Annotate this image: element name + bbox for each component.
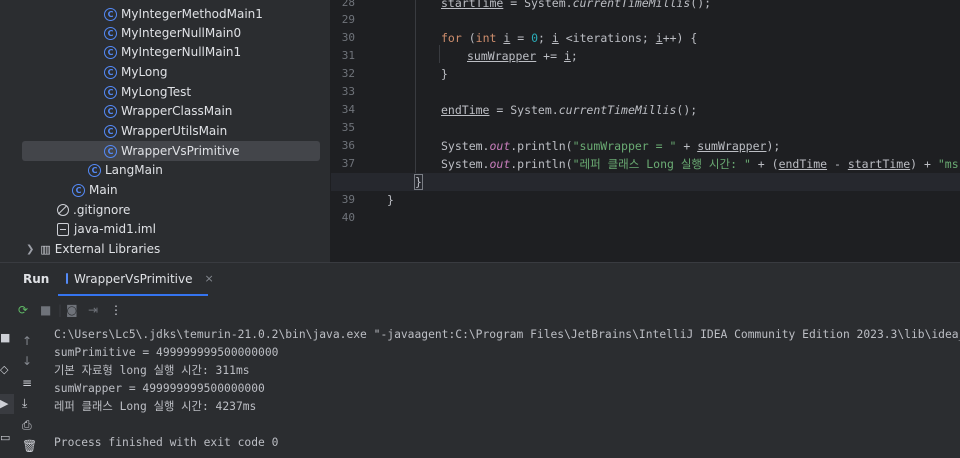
tree-item[interactable]: C WrapperClassMain: [14, 101, 330, 121]
tree-item-label: MyIntegerNullMain0: [121, 26, 242, 40]
tree-item[interactable]: C MyLong: [14, 62, 330, 82]
tree-item-label: MyIntegerNullMain1: [121, 45, 242, 59]
restore-layout-icon[interactable]: ⇥: [88, 302, 98, 318]
arrow-up-icon[interactable]: ↑: [22, 334, 32, 348]
more-options-icon[interactable]: ⋮: [110, 302, 122, 318]
line-number: 39: [341, 193, 355, 206]
print-icon[interactable]: ⎙: [22, 418, 32, 432]
module-file-icon: [57, 222, 69, 236]
tree-item-label: WrapperUtilsMain: [121, 124, 228, 138]
tree-item[interactable]: C WrapperUtilsMain: [14, 121, 330, 141]
indent-guide: [439, 45, 440, 63]
tree-item-label: MyLongTest: [121, 85, 192, 99]
terminal-icon[interactable]: ▭: [0, 428, 14, 448]
class-icon: C: [104, 124, 117, 138]
tree-item[interactable]: C Main: [14, 180, 330, 200]
class-icon: C: [104, 26, 117, 40]
tree-item-label: Main: [89, 183, 118, 197]
line-number: 36: [341, 139, 355, 152]
chevron-right-icon[interactable]: ❯: [26, 244, 34, 255]
tree-item-selected[interactable]: C WrapperVsPrimitive: [22, 141, 320, 161]
line-number: 40: [341, 211, 355, 224]
line-number: 37: [341, 157, 355, 170]
tree-item-label: LangMain: [105, 163, 163, 177]
tree-item-label: WrapperClassMain: [121, 104, 233, 118]
code-line: sumWrapper += i;: [467, 49, 578, 63]
tree-item-label: External Libraries: [54, 242, 161, 256]
soft-wrap-icon[interactable]: ≡: [22, 376, 32, 390]
class-icon: C: [104, 65, 117, 79]
trash-icon[interactable]: 🗑: [22, 439, 37, 453]
matched-brace: }: [414, 174, 423, 190]
code-editor[interactable]: 28 29 30 31 32 33 34 35 36 37 38 39 40 s…: [331, 0, 960, 262]
tree-item[interactable]: C LangMain: [14, 160, 330, 180]
code-line: }: [441, 67, 448, 81]
console-line: Process finished with exit code 0: [54, 436, 279, 449]
console-line: 레퍼 클래스 Long 실행 시간: 4237ms: [54, 400, 257, 413]
console-line: C:\Users\Lc5\.jdks\temurin-21.0.2\bin\ja…: [54, 328, 960, 341]
run-panel-header: Run WrapperVsPrimitive ×: [0, 263, 960, 296]
run-config-icon: [66, 273, 68, 284]
indent-guide: [415, 0, 416, 180]
tree-item[interactable]: C MyIntegerNullMain1: [14, 42, 330, 62]
line-number: 33: [341, 85, 355, 98]
library-icon: ▥: [40, 242, 51, 256]
line-number-gutter: 28 29 30 31 32 33 34 35 36 37 38 39 40: [331, 0, 385, 262]
line-number: 31: [341, 49, 355, 62]
run-panel-title: Run: [23, 272, 50, 286]
tree-item[interactable]: .gitignore: [14, 200, 330, 220]
line-number: 32: [341, 67, 355, 80]
run-tab[interactable]: WrapperVsPrimitive ×: [58, 263, 214, 296]
run-toolbar: ⟳ ■ | ◙ ⇥ ⋮: [0, 296, 960, 324]
code-line: System.out.println("레퍼 클래스 Long 실행 시간: "…: [441, 157, 960, 171]
console-line: sumPrimitive = 499999999500000000: [54, 346, 279, 359]
class-icon: C: [104, 45, 117, 59]
tree-item-label: MyLong: [121, 65, 168, 79]
tree-item-label: MyIntegerMethodMain1: [121, 7, 263, 21]
project-tree: C MyIntegerMethodMain1 C MyIntegerNullMa…: [14, 0, 330, 262]
arrow-down-icon[interactable]: ↓: [22, 354, 32, 368]
tree-item[interactable]: C MyIntegerNullMain0: [14, 23, 330, 43]
left-tool-strip: ⟳ ■ ◇ ▶ ▭: [0, 0, 14, 458]
tree-item-label: java-mid1.iml: [74, 222, 156, 236]
rerun-icon[interactable]: ⟳: [18, 302, 28, 318]
tree-item[interactable]: C MyLongTest: [14, 82, 330, 102]
close-icon[interactable]: ×: [204, 272, 213, 285]
run-tool-icon[interactable]: ▶: [0, 394, 14, 414]
console-line: sumWrapper = 499999999500000000: [54, 382, 265, 395]
tree-item-label: .gitignore: [73, 203, 131, 217]
code-line: }: [387, 193, 394, 207]
tree-item-external-libraries[interactable]: ❯ ▥ External Libraries: [14, 239, 330, 259]
toolbar-divider: |: [58, 303, 63, 317]
gitignore-icon: [57, 204, 69, 216]
console-line: 기본 자료형 long 실행 시간: 311ms: [54, 364, 250, 377]
line-number: 34: [341, 103, 355, 116]
class-icon: C: [104, 85, 117, 99]
code-line-current: }: [331, 173, 960, 191]
tree-item-label: WrapperVsPrimitive: [121, 144, 240, 158]
code-line: for (int i = 0; i <iterations; i++) {: [441, 31, 698, 45]
console-output[interactable]: C:\Users\Lc5\.jdks\temurin-21.0.2\bin\ja…: [44, 324, 960, 458]
line-number: 35: [341, 121, 355, 134]
code-line: startTime = System.currentTimeMillis();: [441, 0, 712, 10]
class-icon: C: [104, 7, 117, 21]
camera-icon[interactable]: ◙: [66, 302, 78, 318]
class-icon: C: [104, 144, 117, 158]
scroll-to-end-icon[interactable]: ⤓: [22, 396, 27, 410]
code-line: System.out.println("sumWrapper = " + sum…: [441, 139, 781, 153]
class-icon: C: [88, 163, 101, 177]
tree-item[interactable]: java-mid1.iml: [14, 219, 330, 239]
code-line: endTime = System.currentTimeMillis();: [441, 103, 698, 117]
console-side-toolbar: ↑ ↓ ≡ ⤓ ⎙ 🗑: [14, 324, 44, 458]
stop-icon[interactable]: ■: [40, 302, 51, 318]
line-number: 29: [341, 13, 355, 26]
run-tab-label: WrapperVsPrimitive: [74, 271, 193, 286]
class-icon: C: [104, 104, 117, 118]
class-icon: C: [72, 183, 85, 197]
line-number: 30: [341, 31, 355, 44]
stop-icon[interactable]: ■: [0, 328, 14, 348]
structure-icon[interactable]: ◇: [0, 360, 14, 380]
tree-item[interactable]: C MyIntegerMethodMain1: [14, 4, 330, 24]
